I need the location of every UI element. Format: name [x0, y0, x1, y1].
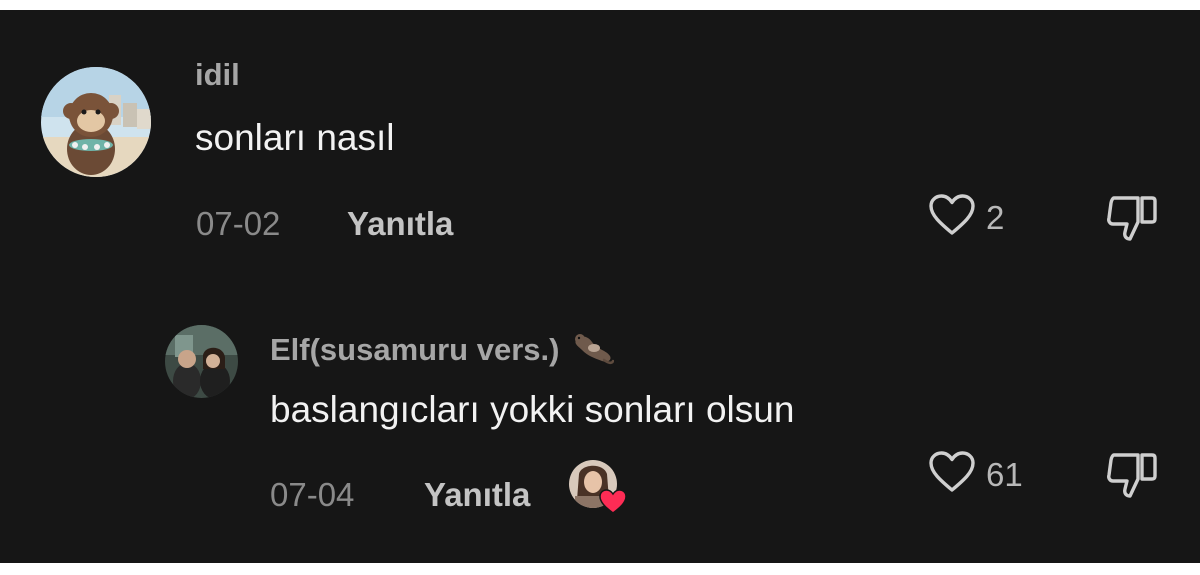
reply-button[interactable]: Yanıtla	[347, 205, 453, 243]
comment-username[interactable]: Elf(susamuru vers.)	[270, 330, 615, 374]
comment-date: 07-02	[196, 205, 281, 242]
comment-username[interactable]: idil	[195, 57, 240, 93]
username-text: Elf(susamuru vers.)	[270, 332, 560, 368]
comment-date: 07-04	[270, 476, 355, 513]
like-button[interactable]: 61	[928, 450, 1023, 499]
heart-outline-icon	[928, 193, 976, 242]
thumbs-down-outline-icon	[1105, 196, 1159, 248]
comment-text: sonları nasıl	[195, 117, 395, 158]
dislike-button[interactable]	[1105, 194, 1159, 249]
heart-outline-icon	[928, 450, 976, 499]
dislike-button[interactable]	[1105, 451, 1159, 506]
thumbs-down-outline-icon	[1105, 453, 1159, 505]
like-count: 2	[986, 198, 1005, 236]
like-button[interactable]: 2	[928, 193, 1004, 242]
heart-icon	[598, 488, 628, 520]
avatar[interactable]	[165, 325, 238, 398]
comments-panel: idil sonları nasıl 07-02 Yanıtla 2 Elf(s…	[0, 10, 1200, 563]
avatar[interactable]	[41, 67, 151, 177]
reply-button[interactable]: Yanıtla	[424, 476, 530, 514]
otter-emoji-icon	[570, 330, 615, 374]
like-count: 61	[986, 455, 1023, 493]
comment-text: baslangıcları yokki sonları olsun	[270, 389, 795, 430]
